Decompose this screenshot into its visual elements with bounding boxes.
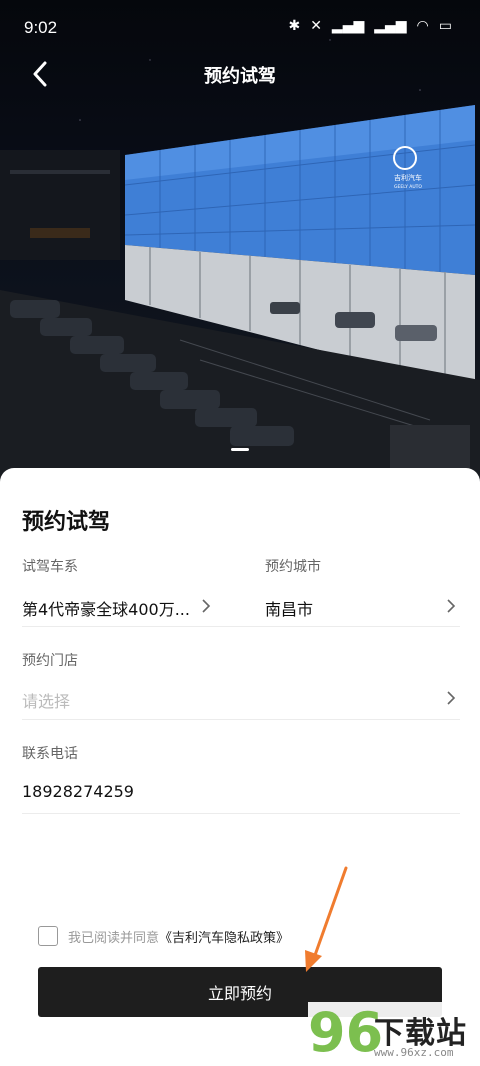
phone-value: 18928274259 <box>22 782 134 801</box>
store-selector[interactable]: 请选择 <box>22 680 460 718</box>
signal-icon: ▂▄▆ <box>374 18 407 34</box>
svg-text:GEELY AUTO: GEELY AUTO <box>394 184 422 190</box>
page-title: 预约试驾 <box>204 66 276 87</box>
city-label: 预约城市 <box>265 559 321 575</box>
watermark-logo: 96 下载站 www.96xz.com <box>308 1002 480 1066</box>
carousel-indicator <box>0 448 480 451</box>
chevron-right-icon <box>447 599 456 613</box>
carousel-dot-active <box>231 448 249 451</box>
chevron-right-icon <box>447 691 456 705</box>
series-selector[interactable]: 第4代帝豪全球400万... <box>22 586 222 626</box>
watermark-url: www.96xz.com <box>374 1046 454 1059</box>
divider <box>22 626 460 627</box>
city-value: 南昌市 <box>265 600 314 619</box>
agreement-prefix: 我已阅读并同意 <box>68 930 160 946</box>
wifi-icon: ◠ <box>416 18 429 34</box>
nav-bar: 预约试驾 <box>0 52 480 98</box>
watermark-digits: 96 <box>308 1001 384 1064</box>
city-selector[interactable]: 南昌市 <box>265 586 460 626</box>
form-title: 预约试驾 <box>22 510 111 535</box>
battery-icon: ▭ <box>438 18 452 34</box>
booking-form: 预约试驾 试驾车系 第4代帝豪全球400万... 预约城市 南昌市 预约门店 请… <box>0 468 480 1066</box>
phone-input[interactable]: 18928274259 <box>22 774 460 812</box>
privacy-policy-link[interactable]: 《吉利汽车隐私政策》 <box>159 927 289 946</box>
series-label: 试驾车系 <box>22 559 78 575</box>
svg-text:吉利汽车: 吉利汽车 <box>394 173 422 182</box>
series-value: 第4代帝豪全球400万... <box>22 600 190 619</box>
bluetooth-icon: ✱ <box>288 18 301 34</box>
store-placeholder: 请选择 <box>22 692 71 711</box>
signal-icon: ▂▄▆ <box>331 18 365 34</box>
store-label: 预约门店 <box>22 653 78 669</box>
privacy-agreement: 我已阅读并同意 《吉利汽车隐私政策》 <box>38 926 289 946</box>
divider <box>22 719 460 720</box>
mute-icon: ✕ <box>310 18 322 34</box>
status-bar: 9:02 ✱ ✕ ▂▄▆ ▂▄▆ ◠ ▭ <box>0 0 480 56</box>
divider <box>22 813 460 814</box>
status-time: 9:02 <box>24 18 58 37</box>
hero-image: 吉利汽车 GEELY AUTO 9:02 ✱ ✕ ▂▄▆ ▂▄▆ ◠ ▭ 预约试… <box>0 0 480 490</box>
phone-label: 联系电话 <box>22 746 78 762</box>
chevron-right-icon <box>202 599 211 613</box>
agreement-checkbox[interactable] <box>38 926 58 946</box>
